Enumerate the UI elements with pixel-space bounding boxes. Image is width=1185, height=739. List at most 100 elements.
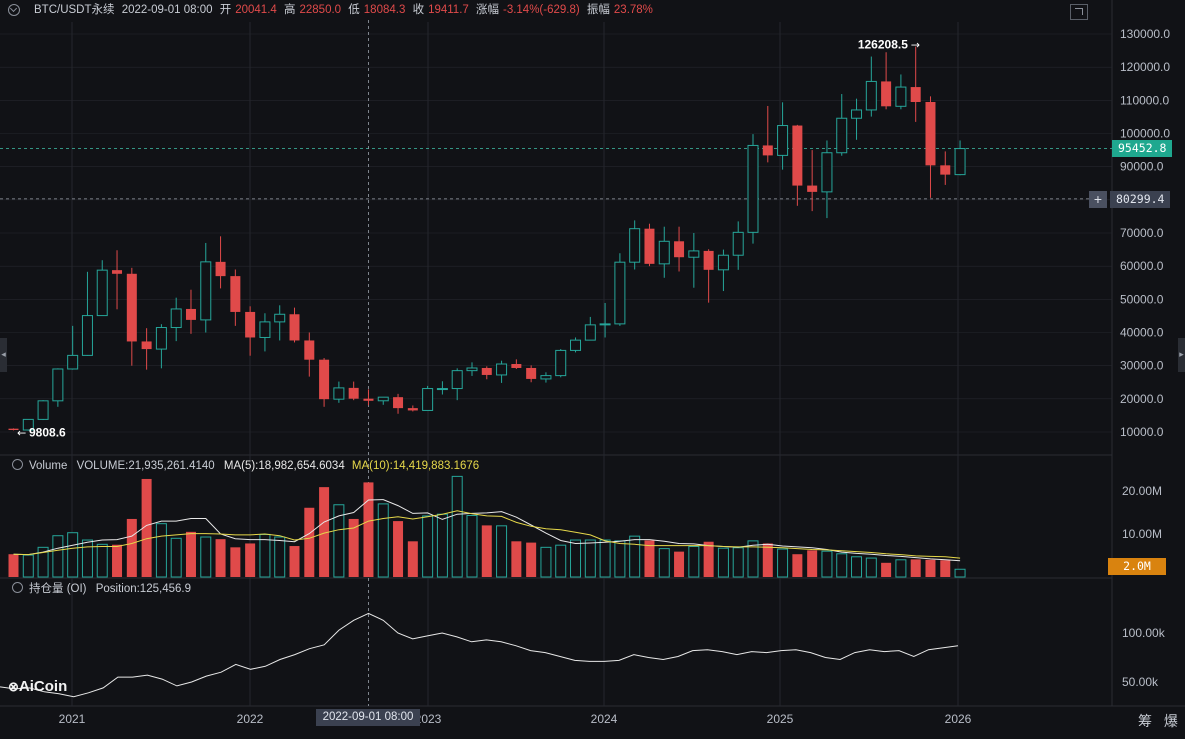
volume-bar	[274, 536, 286, 578]
chevron-left-icon: ◂	[1, 349, 6, 359]
volume-badge: 2.0M	[1108, 558, 1166, 575]
price-tick-label: 50000.0	[1120, 292, 1164, 306]
candle-body	[436, 388, 448, 391]
volume-tick-label: 10.00M	[1122, 527, 1162, 541]
volume-bar	[96, 543, 108, 578]
candle-body	[52, 368, 64, 402]
candle-body	[821, 152, 833, 193]
chart-canvas[interactable]: 2021 2022 2023 2024 2025 2026130000.0120000.0…	[0, 0, 1185, 739]
candle-body	[319, 359, 330, 400]
candle-body	[230, 276, 241, 312]
oi-position: Position:125,456.9	[95, 583, 191, 595]
candle-body	[363, 398, 374, 401]
candle-body	[717, 254, 729, 271]
volume-label: Volume	[29, 460, 68, 472]
volume-bar	[910, 559, 921, 577]
candle-body	[112, 270, 123, 274]
volume-bar	[466, 515, 478, 578]
volume-bar	[170, 537, 182, 578]
volume-bar	[215, 539, 226, 577]
candle-body	[466, 367, 478, 372]
volume-bar	[259, 533, 271, 578]
price-tick-label: 70000.0	[1120, 226, 1164, 240]
volume-bar	[540, 546, 552, 578]
header-datetime: 2022-09-01 08:00	[121, 4, 213, 16]
aicoin-logo: ⊗AiCoin	[8, 678, 68, 695]
price-tick-label: 10000.0	[1120, 425, 1164, 439]
volume-bar	[185, 531, 196, 577]
high-label: 高	[284, 4, 296, 16]
high-value: 22850.0	[299, 4, 342, 16]
candle-body	[540, 375, 552, 380]
candle-body	[496, 363, 508, 376]
volume-bar	[200, 536, 212, 578]
left-scroll-handle[interactable]: ◂	[0, 338, 7, 372]
chip-explode-toggles[interactable]: 筹 爆	[1138, 711, 1182, 731]
volume-bar	[599, 539, 611, 578]
candle-body	[925, 101, 936, 166]
candle-body	[851, 109, 863, 119]
candle-body	[599, 323, 611, 326]
price-tick-label: 40000.0	[1120, 326, 1164, 340]
candle-body	[304, 340, 315, 360]
volume-bar	[526, 542, 537, 577]
volume-bar	[511, 541, 522, 577]
candle-body	[274, 313, 286, 323]
oi-tick-label: 100.00k	[1122, 626, 1166, 640]
fullscreen-icon[interactable]	[1070, 4, 1088, 20]
candle-body	[200, 261, 212, 321]
candle-body	[407, 408, 418, 411]
oi-settings-icon[interactable]	[12, 582, 23, 593]
candle-body	[584, 324, 596, 341]
volume-bar	[52, 535, 64, 578]
volume-bar	[747, 540, 759, 578]
candle-body	[910, 87, 921, 102]
candle-body	[526, 367, 537, 379]
volume-bar	[658, 548, 670, 578]
oi-label: 持仓量 (OI)	[29, 583, 87, 595]
candle-body	[940, 165, 951, 175]
cursor-date-tag: 2022-09-01 08:00	[316, 709, 420, 726]
volume-panel-header: Volume VOLUME:21,935,261.4140 MA(5):18,9…	[0, 458, 479, 474]
time-axis-label: 2025	[767, 712, 794, 726]
candle-body	[703, 250, 714, 270]
candle-body	[170, 308, 182, 329]
oi-panel-header: 持仓量 (OI) Position:125,456.9	[0, 581, 191, 597]
volume-bar	[792, 554, 803, 577]
volume-bar	[81, 539, 93, 578]
volume-bar	[570, 539, 582, 578]
add-alert-button[interactable]: +	[1089, 191, 1107, 208]
volume-bar	[451, 475, 463, 578]
candle-body	[555, 349, 567, 377]
volume-bar	[688, 545, 700, 578]
volume-bar	[717, 547, 729, 578]
candle-body	[185, 308, 196, 320]
volume-bar	[762, 543, 773, 577]
volume-bar	[940, 560, 951, 577]
candle-body	[747, 144, 759, 233]
candle-body	[614, 261, 626, 325]
current-price-badge: 95452.8	[1112, 140, 1173, 157]
right-scroll-handle[interactable]: ▸	[1178, 338, 1185, 372]
volume-tick-label: 20.00M	[1122, 484, 1162, 498]
price-tick-label: 90000.0	[1120, 160, 1164, 174]
volume-bar	[377, 503, 389, 578]
volume-bar	[245, 543, 256, 577]
candle-body	[67, 354, 79, 370]
time-axis-label: 2024	[591, 712, 618, 726]
volume-bars-group	[8, 475, 966, 578]
amplitude-label: 振幅	[586, 4, 610, 16]
price-tick-label: 60000.0	[1120, 259, 1164, 273]
collapse-icon[interactable]	[8, 4, 20, 16]
low-value: 18084.3	[363, 4, 406, 16]
open-label: 开	[219, 4, 232, 16]
price-tick-label: 120000.0	[1120, 60, 1170, 74]
volume-bar	[407, 541, 418, 577]
volume-bar	[155, 523, 167, 578]
candle-body	[289, 314, 300, 341]
volume-bar	[363, 482, 374, 577]
oi-tick-label: 50.00k	[1122, 675, 1159, 689]
volume-bar	[393, 521, 404, 577]
volume-settings-icon[interactable]	[12, 459, 23, 470]
candle-body	[688, 250, 700, 258]
